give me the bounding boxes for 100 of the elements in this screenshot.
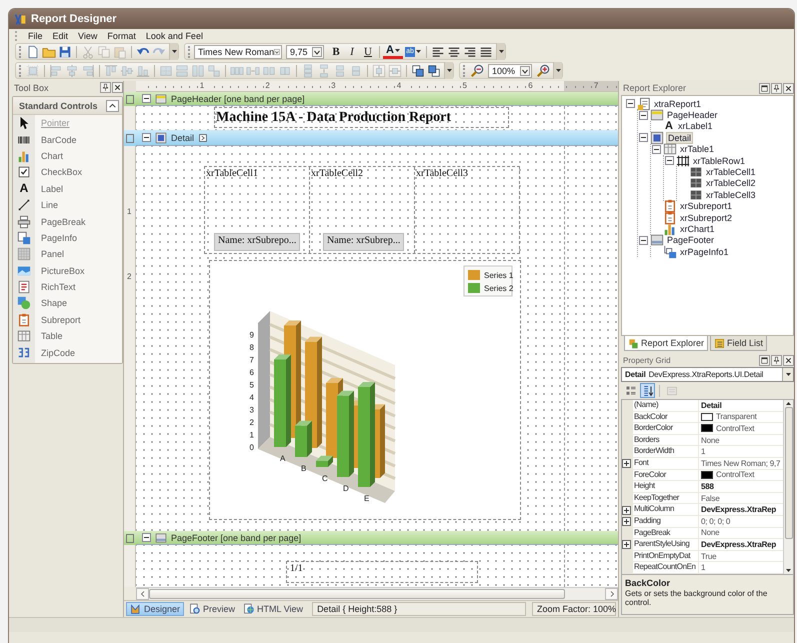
toolbar-overflow-button[interactable] xyxy=(444,62,453,79)
italic-button[interactable]: I xyxy=(344,44,360,60)
spacing-icon xyxy=(349,64,363,78)
toolbox-item[interactable]: Panel xyxy=(13,246,122,263)
tree-item[interactable]: xrTableRow1 xyxy=(692,156,746,166)
pin-button[interactable] xyxy=(771,354,782,366)
tree-item[interactable]: xrPageInfo1 xyxy=(679,246,730,257)
zoom-dropdown[interactable]: 100% xyxy=(488,64,532,78)
toolbox-item[interactable]: BarCode xyxy=(13,131,122,148)
band-bar[interactable]: PageFooter [one band per page] xyxy=(136,531,618,545)
expander-toggle[interactable] xyxy=(639,133,648,142)
font-size-dropdown[interactable]: 9,75 xyxy=(286,44,324,58)
menu-item[interactable]: File xyxy=(24,30,47,40)
toolbar-overflow-button[interactable] xyxy=(169,43,178,60)
toolbox-item[interactable]: CheckBox xyxy=(13,164,122,181)
vertical-scrollbar[interactable] xyxy=(783,400,793,574)
underline-button[interactable]: U xyxy=(360,44,376,60)
tree-item[interactable]: xtraReport1 xyxy=(653,98,702,109)
view-tab[interactable]: Preview xyxy=(186,602,238,616)
expander-toggle[interactable] xyxy=(142,94,151,103)
toolbox-item[interactable]: A Label xyxy=(13,180,122,197)
table-cell-label: xrTableCell2 xyxy=(311,168,364,179)
toolbar-overflow-button[interactable] xyxy=(553,62,562,79)
legend-label: Series 2 xyxy=(484,284,514,293)
panel-tab[interactable]: Report Explorer xyxy=(624,336,708,351)
tree-item[interactable]: xrTableCell1 xyxy=(705,167,757,178)
toolbox-item[interactable]: Line xyxy=(13,196,122,214)
expander-toggle[interactable] xyxy=(626,99,635,108)
expander-toggle[interactable] xyxy=(142,133,151,142)
toolbox-item[interactable]: PictureBox xyxy=(13,262,122,279)
tree-item[interactable]: Detail xyxy=(666,132,694,144)
menu-item[interactable]: Edit xyxy=(48,30,72,40)
menu-item[interactable]: Look and Feel xyxy=(142,30,207,40)
toolbar-overflow-button[interactable] xyxy=(496,43,505,60)
expand-toggle[interactable] xyxy=(622,459,631,468)
close-button[interactable] xyxy=(783,354,794,366)
expander-toggle[interactable] xyxy=(639,110,648,120)
property-name: Padding xyxy=(633,516,699,528)
view-tab[interactable]: HTML View xyxy=(240,602,306,616)
property-value[interactable]: ControlText xyxy=(699,423,783,435)
expander-toggle[interactable] xyxy=(639,236,648,245)
tree-item[interactable]: PageFooter xyxy=(666,235,716,246)
toolbox-item[interactable]: Subreport xyxy=(13,312,122,328)
toolbox-item[interactable]: PageInfo xyxy=(13,230,122,246)
toolbox-item[interactable]: ZipCode xyxy=(13,344,122,361)
view-tab[interactable]: Designer xyxy=(126,602,184,616)
band-bar[interactable]: PageHeader [one band per page] xyxy=(136,92,618,106)
expander-toggle[interactable] xyxy=(652,144,661,154)
property-value[interactable]: Transparent xyxy=(699,412,783,424)
tree-item[interactable]: xrLabel1 xyxy=(677,121,714,132)
horizontal-scrollbar[interactable] xyxy=(136,586,618,600)
toolbox-item[interactable]: Table xyxy=(13,328,122,344)
zoom-in-button[interactable] xyxy=(535,62,551,78)
tree-item[interactable]: PageHeader xyxy=(666,110,719,120)
subreport-field[interactable]: Name: xrSubrepo... xyxy=(214,233,300,251)
tree-item[interactable]: xrTableCell3 xyxy=(705,190,757,200)
axis-label: 7 xyxy=(250,356,254,364)
alphabetical-button[interactable] xyxy=(640,383,655,398)
close-button[interactable] xyxy=(112,82,123,93)
band-bar[interactable]: Detail xyxy=(136,130,618,146)
page-info-icon xyxy=(663,244,677,259)
tree-item[interactable]: xrTable1 xyxy=(679,144,716,154)
tree-item[interactable]: xrSubreport1 xyxy=(679,201,734,212)
toolbox-item[interactable]: Chart xyxy=(13,148,122,164)
collapse-button[interactable] xyxy=(106,100,119,112)
menu-item[interactable]: Format xyxy=(103,30,140,40)
ruler-number: 5 xyxy=(462,81,467,90)
zip-code-icon xyxy=(17,346,31,360)
bring-to-front-button[interactable] xyxy=(410,62,426,78)
expand-toggle[interactable] xyxy=(622,517,631,526)
tree-item[interactable]: xrChart1 xyxy=(679,224,716,234)
send-to-back-button[interactable] xyxy=(426,62,442,78)
object-selector[interactable]: Detail DevExpress.XtraReports.UI.Detail xyxy=(621,367,794,382)
close-button[interactable] xyxy=(783,82,794,94)
subreport-field[interactable]: Name: xrSubrep... xyxy=(323,233,404,251)
expander-toggle[interactable] xyxy=(665,156,674,166)
sizing-icon xyxy=(207,64,221,78)
tree-item[interactable]: xrSubreport2 xyxy=(679,212,734,223)
pin-button[interactable] xyxy=(771,82,782,94)
zoom-out-button[interactable] xyxy=(469,62,485,78)
toolbox-item[interactable]: RichText xyxy=(13,278,122,296)
property-name: Font xyxy=(633,458,699,470)
expander-toggle[interactable] xyxy=(142,533,151,542)
expand-toggle[interactable] xyxy=(622,506,631,515)
font-name-dropdown[interactable]: Times New Roman xyxy=(194,44,282,58)
toolbox-item[interactable]: Shape xyxy=(13,295,122,312)
property-value[interactable]: ControlText xyxy=(699,470,783,482)
panel-tab[interactable]: Field List xyxy=(710,336,768,351)
ruler-number: 6 xyxy=(528,81,533,90)
rich-text-icon xyxy=(17,280,31,294)
menu-item[interactable]: View xyxy=(74,30,102,40)
expand-toggle[interactable] xyxy=(622,540,631,550)
toolbox-item[interactable]: PageBreak xyxy=(13,213,122,230)
grid-align-icon xyxy=(26,64,40,78)
window-button[interactable] xyxy=(759,82,770,94)
pin-button[interactable] xyxy=(100,82,111,93)
description-text: Gets or sets the background color of the control. xyxy=(625,588,768,607)
bold-button[interactable]: B xyxy=(328,44,344,60)
window-button[interactable] xyxy=(759,354,770,366)
tree-item[interactable]: xrTableCell2 xyxy=(705,178,757,188)
